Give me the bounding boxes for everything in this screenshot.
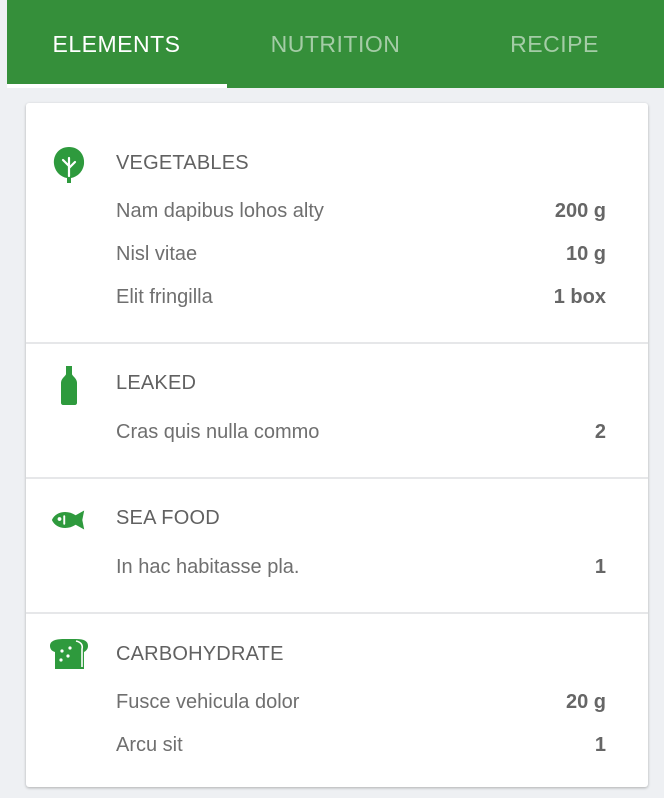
active-tab-indicator (7, 84, 227, 88)
section-vegetables: VEGETABLES Nam dapibus lohos alty 200 g … (26, 103, 648, 344)
section-title: VEGETABLES (116, 152, 249, 174)
tab-elements[interactable]: ELEMENTS (7, 0, 226, 88)
item-quantity: 1 (594, 556, 606, 578)
item-quantity: 1 (594, 734, 606, 756)
section-title: CARBOHYDRATE (116, 643, 284, 665)
item-name: Elit fringilla (116, 286, 213, 308)
tab-nutrition[interactable]: NUTRITION (226, 0, 445, 88)
section-title: SEA FOOD (116, 507, 220, 529)
ingredients-card: VEGETABLES Nam dapibus lohos alty 200 g … (26, 103, 648, 787)
bread-icon (50, 634, 88, 674)
list-item: Nam dapibus lohos alty 200 g (116, 200, 606, 230)
section-sea-food: SEA FOOD In hac habitasse pla. 1 (26, 479, 648, 614)
item-name: Nisl vitae (116, 243, 198, 265)
item-quantity: 1 box (553, 286, 606, 308)
item-quantity: 20 g (565, 691, 606, 713)
list-item: Arcu sit 1 (116, 734, 606, 764)
item-quantity: 2 (594, 421, 606, 443)
tab-recipe[interactable]: RECIPE (445, 0, 664, 88)
section-carbohydrate: CARBOHYDRATE Fusce vehicula dolor 20 g A… (26, 614, 648, 787)
item-name: In hac habitasse pla. (116, 556, 300, 578)
section-leaked: LEAKED Cras quis nulla commo 2 (26, 344, 648, 479)
section-title: LEAKED (116, 372, 197, 394)
item-quantity: 10 g (565, 243, 606, 265)
tab-bar: ELEMENTS NUTRITION RECIPE (7, 0, 664, 88)
item-name: Cras quis nulla commo (116, 421, 320, 443)
list-item: Cras quis nulla commo 2 (116, 421, 606, 451)
leaf-icon (50, 145, 88, 185)
fish-icon (50, 500, 88, 540)
bottle-icon (50, 365, 88, 405)
item-quantity: 200 g (554, 200, 606, 222)
list-item: In hac habitasse pla. 1 (116, 556, 606, 586)
item-name: Fusce vehicula dolor (116, 691, 300, 713)
list-item: Nisl vitae 10 g (116, 243, 606, 273)
item-name: Nam dapibus lohos alty (116, 200, 324, 222)
list-item: Fusce vehicula dolor 20 g (116, 691, 606, 721)
list-item: Elit fringilla 1 box (116, 286, 606, 316)
item-name: Arcu sit (116, 734, 183, 756)
